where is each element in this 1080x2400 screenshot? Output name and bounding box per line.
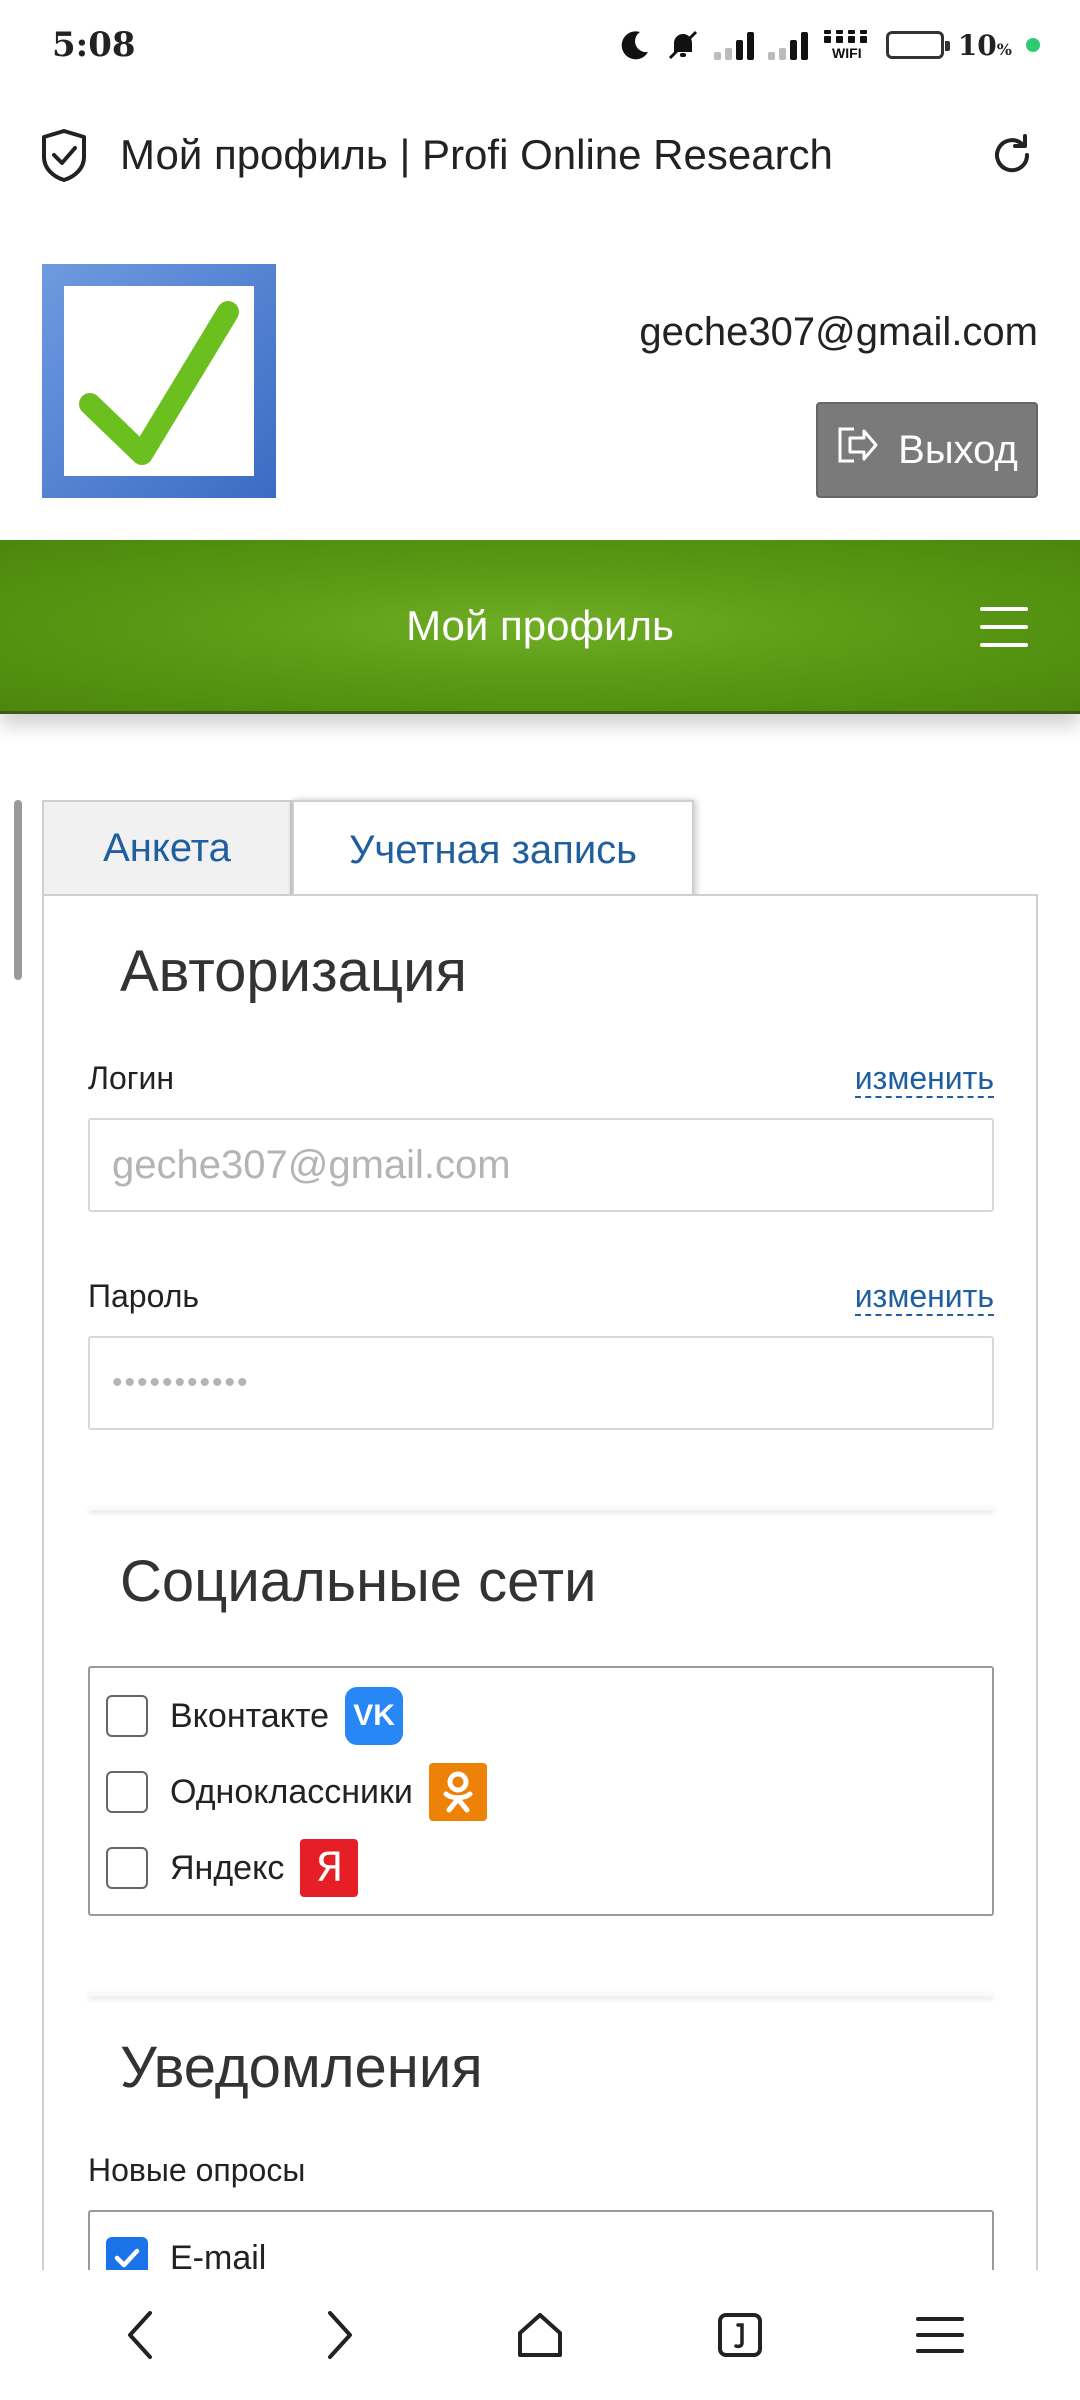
vk-icon: VK [345,1687,404,1745]
login-field[interactable]: geche307@gmail.com [88,1118,994,1212]
bell-muted-icon [666,25,700,65]
shield-check-icon[interactable] [40,127,88,183]
password-field[interactable]: ••••••••••• [88,1336,994,1430]
moon-icon [618,25,652,65]
social-item-odnoklassniki[interactable]: Одноклассники [106,1762,487,1822]
logout-label: Выход [898,427,1018,472]
section-divider [88,1506,994,1510]
social-item-yandex[interactable]: Яндекс Я [106,1838,359,1898]
privacy-indicator-dot [1026,38,1040,52]
page-title: Мой профиль | Profi Online Research [120,131,833,178]
status-bar: 5:08 WIFI 10% [0,0,1080,90]
main-nav-bar: Мой профиль [0,540,1080,714]
social-item-label: Вконтакте [170,1696,330,1735]
new-surveys-label: Новые опросы [88,2152,306,2188]
battery-icon [885,31,950,59]
social-networks-box: Вконтакте VK Одноклассники Яндекс Я [88,1666,994,1916]
status-time: 5:08 [52,25,136,65]
back-button[interactable] [100,2295,180,2375]
forward-button[interactable] [300,2295,380,2375]
password-change-link[interactable]: изменить [854,1278,994,1316]
social-item-label: Одноклассники [170,1772,413,1811]
status-icons: WIFI 10% [618,25,1040,65]
logout-icon [836,425,880,475]
vkontakte-checkbox[interactable] [106,1695,148,1737]
nav-title: Мой профиль [406,601,674,649]
browser-title-bar: Мой профиль | Profi Online Research [0,110,1080,200]
tab-anketa[interactable]: Анкета [42,800,292,896]
odnoklassniki-checkbox[interactable] [106,1771,148,1813]
site-header: geche307@gmail.com Выход [0,262,1080,502]
profile-tabs: Анкета Учетная запись [42,800,1038,898]
signal-sim2-icon [767,30,808,60]
yandex-icon: Я [300,1839,359,1897]
menu-icon[interactable] [980,607,1028,647]
tabs-icon [718,2313,762,2357]
social-section-title: Социальные сети [120,1549,597,1614]
chevron-right-icon [328,2311,352,2359]
wifi-icon: WIFI [822,25,872,65]
browser-menu-button[interactable] [900,2295,980,2375]
battery-percent: 10% [957,28,1012,62]
home-icon [518,2313,562,2357]
password-label: Пароль [88,1278,200,1314]
social-item-vkontakte[interactable]: Вконтакте VK [106,1686,404,1746]
notifications-section-title: Уведомления [120,2035,483,2100]
account-panel: Авторизация Логин изменить geche307@gmai… [42,894,1038,2400]
login-change-link[interactable]: изменить [854,1060,994,1098]
hamburger-icon [916,2317,964,2353]
page-scrollbar[interactable] [14,800,22,980]
auth-section-title: Авторизация [120,939,467,1004]
signal-sim1-icon [713,30,754,60]
tab-account[interactable]: Учетная запись [292,800,694,898]
login-label: Логин [88,1060,175,1096]
site-logo[interactable] [42,264,276,498]
tabs-button[interactable] [700,2295,780,2375]
reload-icon [995,134,1030,173]
home-button[interactable] [500,2295,580,2375]
chevron-left-icon [128,2311,152,2359]
ok-icon [428,1763,487,1821]
yandex-checkbox[interactable] [106,1847,148,1889]
browser-bottom-nav [0,2270,1080,2400]
wifi-label: WIFI [832,45,862,61]
reload-button[interactable] [984,127,1040,183]
logout-button[interactable]: Выход [816,402,1038,498]
section-divider [88,1992,994,1996]
social-item-label: Яндекс [170,1848,285,1887]
user-email: geche307@gmail.com [639,310,1038,354]
